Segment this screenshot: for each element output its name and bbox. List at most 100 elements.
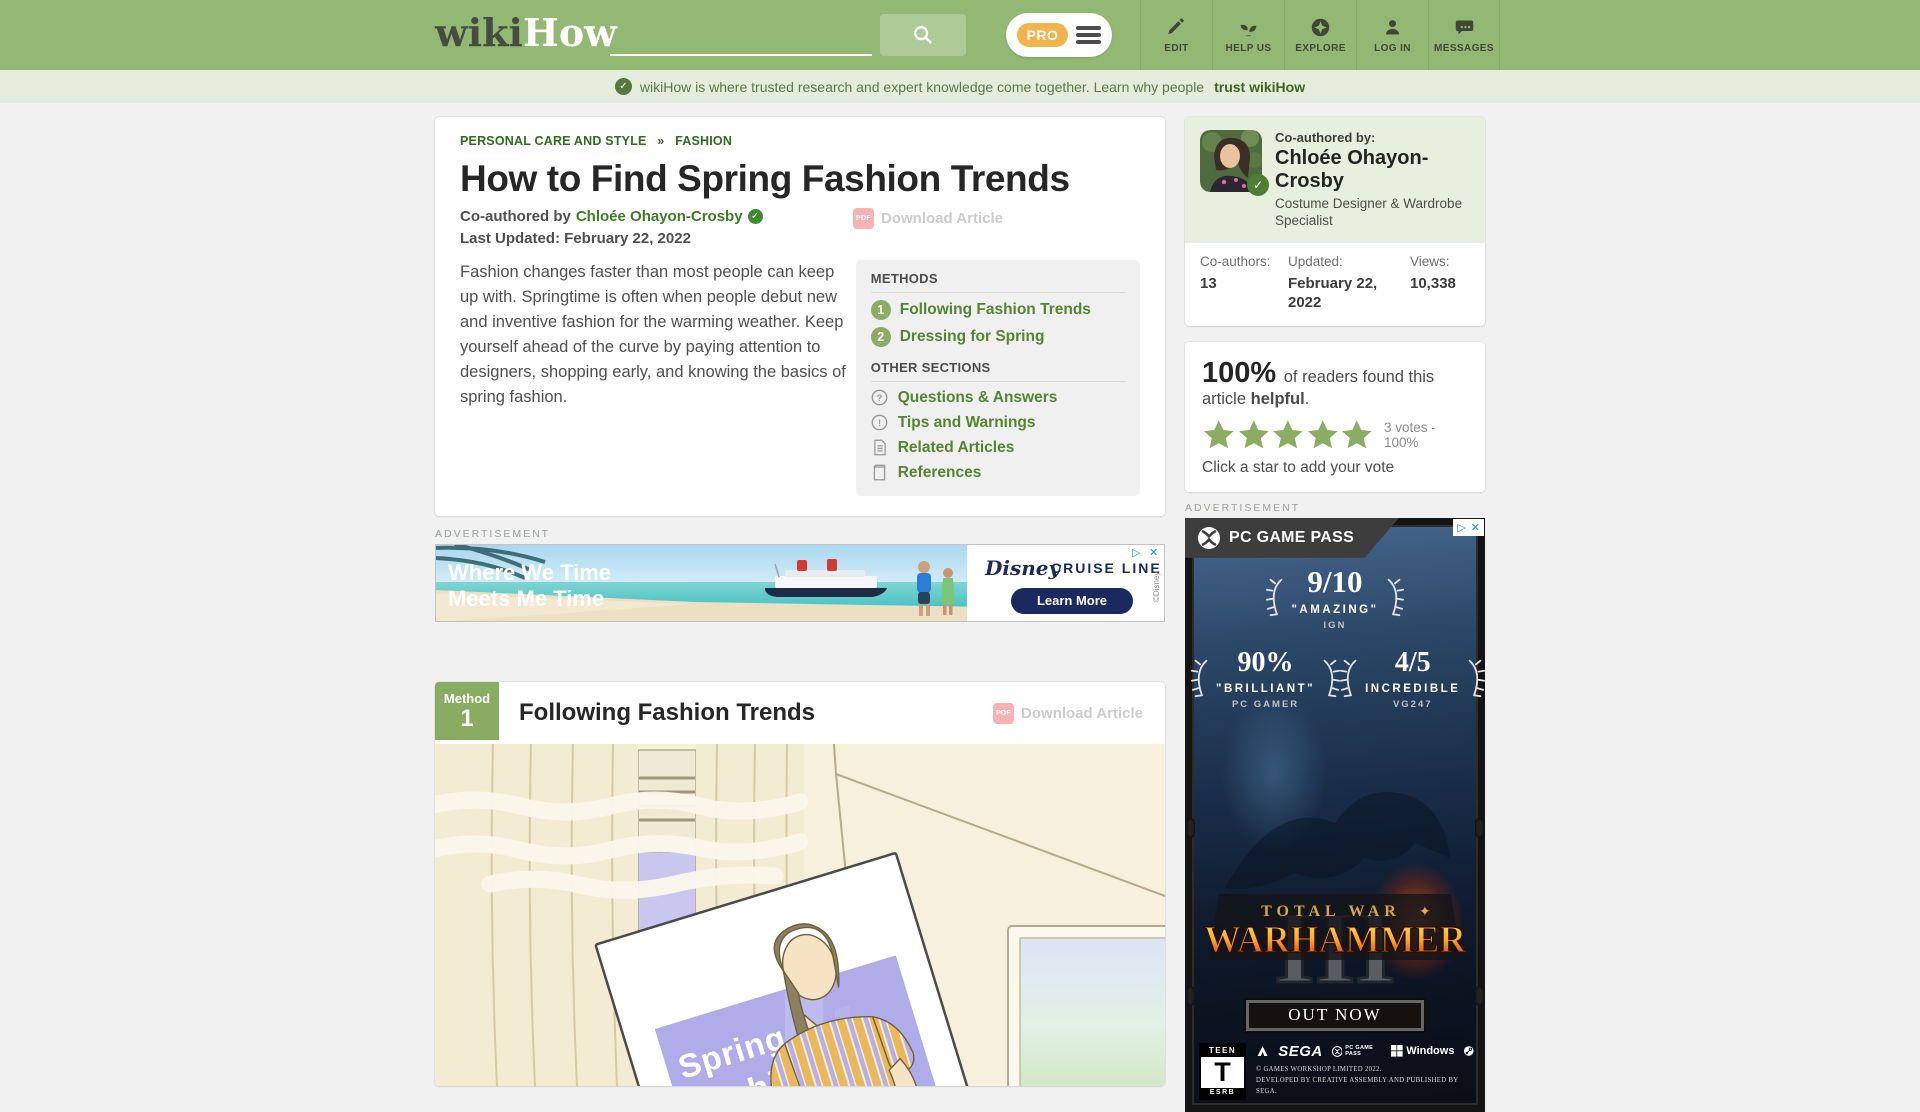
methods-header: METHODS: [871, 271, 1125, 286]
nav-label: HELP US: [1226, 43, 1272, 54]
verified-check-icon: ✓: [748, 209, 763, 224]
banner-ad[interactable]: Where We Time Meets Me Time Disney CRUIS…: [435, 544, 1165, 622]
download-article-label: Download Article: [1021, 705, 1143, 722]
method-number-badge: 1: [871, 300, 891, 320]
out-now-button[interactable]: OUT NOW: [1246, 1000, 1424, 1031]
coauthor-line: Co-authored by Chloée Ohayon-Crosby ✓: [460, 208, 853, 225]
nav-item-edit[interactable]: EDIT: [1140, 0, 1212, 70]
logo-wiki: wiki: [435, 10, 523, 55]
learn-more-label[interactable]: Learn More: [1037, 593, 1107, 608]
nav-item-explore[interactable]: EXPLORE: [1284, 0, 1356, 70]
ad-headline-2: Meets Me Time: [448, 586, 604, 611]
method-link-1[interactable]: 1 Following Fashion Trends: [871, 296, 1125, 323]
adchoices-icon[interactable]: ▷: [1132, 547, 1141, 559]
esrb-letter: T: [1201, 1057, 1244, 1088]
nav-item-log-in[interactable]: LOG IN: [1356, 0, 1428, 70]
star-icon[interactable]: [1271, 418, 1305, 452]
method-1-title: Following Fashion Trends: [519, 699, 993, 727]
rating-card: 100% of readers found this article helpf…: [1185, 342, 1485, 492]
download-article-button[interactable]: PDF Download Article: [853, 208, 1140, 229]
comet-icon: ✦: [1419, 903, 1431, 919]
page: wikiHow PRO EDIT HELP US EXPLORE: [0, 0, 1920, 103]
review-pcgamer: 90% "BRILLIANT" PC GAMER: [1191, 647, 1340, 710]
star-icon[interactable]: [1237, 418, 1271, 452]
author-avatar[interactable]: ✓: [1200, 130, 1262, 192]
byline: Co-authored by Chloée Ohayon-Crosby ✓ La…: [460, 208, 853, 252]
trust-wikihow-link[interactable]: trust wikiHow: [1214, 79, 1305, 95]
stat-updated: Updated: February 22, 2022: [1288, 254, 1410, 313]
pencil-icon: [1166, 17, 1187, 38]
source: IGN: [1324, 620, 1347, 631]
nav-label: EDIT: [1164, 43, 1188, 54]
coauthor-role: Costume Designer & Wardrobe Specialist: [1275, 196, 1470, 230]
other-link-label: Related Articles: [898, 439, 1015, 457]
source: VG247: [1393, 699, 1433, 710]
pro-badge: PRO: [1017, 23, 1069, 47]
intro-row: Fashion changes faster than most people …: [460, 260, 1140, 496]
stat-coauthors: Co-authors: 13: [1200, 254, 1288, 313]
byline-row: Co-authored by Chloée Ohayon-Crosby ✓ La…: [460, 208, 1140, 252]
verified-badge-icon: ✓: [1247, 174, 1269, 196]
compass-icon: [1310, 17, 1331, 38]
trust-message: wikiHow is where trusted research and ex…: [640, 79, 1204, 95]
star-icon[interactable]: [1306, 418, 1340, 452]
wikihow-logo[interactable]: wikiHow: [435, 10, 617, 55]
xbox-logo-icon: [1197, 526, 1221, 550]
other-sections-header: OTHER SECTIONS: [871, 360, 1125, 375]
nav-item-help-us[interactable]: HELP US: [1212, 0, 1284, 70]
references-link[interactable]: References: [871, 460, 1125, 485]
breadcrumb-category[interactable]: PERSONAL CARE AND STYLE: [460, 134, 647, 148]
advertisement-label: ADVERTISEMENT: [435, 528, 1165, 540]
esrb-label: ESRB: [1201, 1088, 1244, 1098]
author-link[interactable]: Chloée Ohayon-Crosby: [576, 208, 743, 225]
steam-icon: [1463, 1044, 1475, 1058]
windows-logo: Windows: [1391, 1045, 1454, 1057]
step-illustration: Spring Fashion Catalog: [435, 744, 1165, 1086]
download-article-button[interactable]: PDF Download Article: [993, 703, 1143, 724]
stat-label: Views:: [1410, 254, 1470, 269]
logo-how: How: [523, 10, 617, 55]
nav-label: EXPLORE: [1295, 43, 1346, 54]
quote: INCREDIBLE: [1365, 683, 1460, 695]
windows-label: Windows: [1406, 1045, 1454, 1057]
coauthor-name[interactable]: Chloée Ohayon-Crosby: [1275, 147, 1470, 193]
sidebar-ad[interactable]: PC GAME PASS ▷ ✕: [1185, 518, 1485, 1112]
ad-close-icon[interactable]: ✕: [1149, 547, 1158, 559]
tips-link[interactable]: ! Tips and Warnings: [871, 410, 1125, 435]
star-icon[interactable]: [1202, 418, 1236, 452]
search-input[interactable]: [610, 16, 872, 56]
cruise-ad-art: Where We Time Meets Me Time Disney CRUIS…: [435, 544, 1165, 622]
creative-assembly-icon: [1256, 1044, 1269, 1058]
pdf-icon: PDF: [853, 208, 874, 229]
search-button[interactable]: [880, 14, 966, 56]
nav-item-messages[interactable]: MESSAGES: [1428, 0, 1500, 70]
star-icon[interactable]: [1340, 418, 1374, 452]
rating-cta: Click a star to add your vote: [1202, 459, 1468, 477]
method-1-header: Method 1 Following Fashion Trends PDF Do…: [435, 682, 1165, 744]
related-articles-link[interactable]: Related Articles: [871, 435, 1125, 460]
ad-close-icon[interactable]: ✕: [1471, 521, 1480, 534]
breadcrumb-subcategory[interactable]: FASHION: [675, 134, 732, 148]
frame-rivet: [1475, 818, 1484, 838]
stat-value: 10,338: [1410, 274, 1470, 294]
other-link-label: Tips and Warnings: [898, 414, 1036, 432]
game-logo: III TOTAL WAR ✦ WARHAMMER: [1191, 870, 1479, 1002]
coauthor-info: Co-authored by: Chloée Ohayon-Crosby Cos…: [1275, 130, 1470, 230]
qa-link[interactable]: ? Questions & Answers: [871, 385, 1125, 410]
total-war-label: TOTAL WAR: [1261, 903, 1401, 920]
publisher-logos-block: SEGA PC GAME PASS Windows © GAMES: [1256, 1043, 1475, 1098]
person-icon: [1382, 17, 1403, 38]
warhammer-label: WARHAMMER: [1204, 919, 1467, 961]
method-link-2[interactable]: 2 Dressing for Spring: [871, 323, 1125, 350]
ad-headline-1: Where We Time: [448, 560, 611, 585]
adchoices-icon[interactable]: ▷: [1457, 521, 1465, 534]
score: 4/5: [1395, 647, 1431, 679]
method-link-label: Dressing for Spring: [900, 328, 1045, 346]
game-pass-small-label: PC GAME PASS: [1345, 1045, 1382, 1058]
copyright-line-2: DEVELOPED BY CREATIVE ASSEMBLY AND PUBLI…: [1256, 1076, 1475, 1098]
ad-legal-row: TEEN T ESRB SEGA PC GAME PASS: [1199, 1043, 1475, 1100]
copyright-line-1: © GAMES WORKSHOP LIMITED 2022.: [1256, 1065, 1475, 1076]
divider: [871, 292, 1125, 293]
sprout-icon: [1238, 17, 1259, 38]
pro-menu-button[interactable]: PRO: [1006, 13, 1112, 57]
